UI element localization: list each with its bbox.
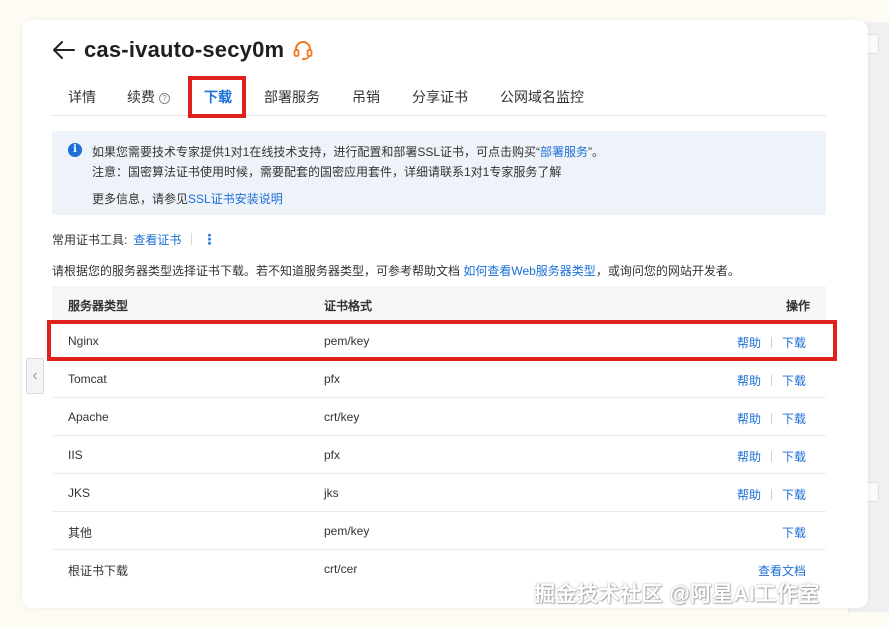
download-hint: 请根据您的服务器类型选择证书下载。若不知道服务器类型，可参考帮助文档 如何查看W… — [52, 262, 740, 279]
download-link[interactable]: 下载 — [782, 410, 806, 427]
view-docs-link[interactable]: 查看文档 — [758, 562, 806, 579]
page-header: cas-ivauto-secy0m — [52, 32, 314, 68]
row-actions: 帮助 下载 — [737, 410, 806, 427]
watermark: 掘金技术社区 @阿星AI工作室 — [534, 583, 820, 606]
server-type-cell: Apache — [68, 410, 109, 424]
server-type-cell: IIS — [68, 448, 83, 462]
column-header-actions: 操作 — [785, 299, 810, 313]
ssl-install-guide-link[interactable]: SSL证书安装说明 — [188, 192, 283, 206]
server-type-cell: JKS — [68, 486, 91, 500]
info-icon: i — [68, 143, 82, 157]
tab-label: 公网域名监控 — [500, 89, 584, 105]
cert-format-cell: crt/cer — [324, 562, 358, 576]
divider — [770, 489, 772, 500]
notice-text: ”。 — [588, 145, 605, 159]
download-link[interactable]: 下载 — [782, 448, 806, 465]
tab-bar: 详情 续费? 下载 部署服务 吊销 分享证书 公网域名监控 — [52, 76, 826, 117]
cert-format-cell: pfx — [324, 372, 341, 386]
cert-tools-bar: 常用证书工具: 查看证书 ⋮ — [52, 230, 216, 248]
cert-format-cell: pem/key — [324, 524, 370, 538]
tab-label: 部署服务 — [264, 89, 320, 105]
row-actions: 帮助 下载 — [737, 372, 806, 389]
tools-label: 常用证书工具: — [52, 232, 128, 247]
row-actions: 下载 — [782, 524, 806, 541]
notice-text: 如果您需要技术专家提供1对1在线技术支持，进行配置和部署SSL证书，可点击购买“ — [92, 145, 541, 159]
table-row: JKS jks 帮助 下载 — [52, 474, 826, 512]
row-actions: 帮助 下载 — [737, 486, 806, 503]
notice-line: 更多信息，请参见SSL证书安装说明 — [92, 190, 283, 207]
tab-domain-monitoring[interactable]: 公网域名监控 — [500, 76, 584, 116]
tab-label: 分享证书 — [412, 89, 468, 105]
row-actions: 帮助 下载 — [737, 448, 806, 465]
info-notice: i 如果您需要技术专家提供1对1在线技术支持，进行配置和部署SSL证书，可点击购… — [52, 131, 826, 215]
divider — [191, 233, 193, 245]
chevron-left-icon: ‹ — [32, 367, 38, 384]
server-type-cell: 其他 — [68, 526, 93, 540]
server-type-cell: 根证书下载 — [68, 564, 129, 578]
highlight-annotation-tab — [188, 76, 246, 118]
tab-revoke[interactable]: 吊销 — [352, 76, 380, 116]
table-header: 服务器类型 证书格式 操作 — [52, 286, 826, 322]
download-link[interactable]: 下载 — [782, 486, 806, 503]
arrow-left-icon[interactable] — [52, 40, 76, 60]
view-certificate-link[interactable]: 查看证书 — [133, 231, 181, 248]
table-row: Apache crt/key 帮助 下载 — [52, 398, 826, 436]
tab-label: 续费 — [127, 89, 155, 105]
help-link[interactable]: 帮助 — [737, 372, 761, 389]
table-row: IIS pfx 帮助 下载 — [52, 436, 826, 474]
tab-deploy-service[interactable]: 部署服务 — [264, 76, 320, 116]
notice-line: 注意：国密算法证书使用时候，需要配套的国密应用套件，详细请联系1对1专家服务了解 — [92, 163, 561, 180]
notice-line: 如果您需要技术专家提供1对1在线技术支持，进行配置和部署SSL证书，可点击购买“… — [92, 143, 604, 160]
tab-label: 详情 — [68, 89, 96, 105]
hint-text: 请根据您的服务器类型选择证书下载。若不知道服务器类型，可参考帮助文档 — [52, 264, 464, 278]
help-icon[interactable]: ? — [159, 93, 170, 104]
cert-format-cell: crt/key — [324, 410, 360, 424]
divider — [770, 413, 772, 424]
hint-text: ，或询问您的网站开发者。 — [595, 264, 740, 278]
more-vertical-icon[interactable]: ⋮ — [202, 232, 216, 246]
deploy-service-link[interactable]: 部署服务 — [540, 145, 588, 159]
notice-text: 注意：国密算法证书使用时候，需要配套的国密应用套件，详细请联系1对1专家服务了解 — [92, 165, 562, 179]
notice-text: 更多信息，请参见 — [92, 192, 189, 206]
download-link[interactable]: 下载 — [782, 372, 806, 389]
headset-icon[interactable] — [292, 39, 314, 61]
highlight-annotation-row — [47, 320, 837, 361]
cert-format-cell: jks — [324, 486, 339, 500]
table-row: 其他 pem/key 下载 — [52, 512, 826, 550]
divider — [770, 451, 772, 462]
tab-share-certificate[interactable]: 分享证书 — [412, 76, 468, 116]
download-link[interactable]: 下载 — [782, 524, 806, 541]
help-link[interactable]: 帮助 — [737, 486, 761, 503]
collapse-handle[interactable]: ‹ — [26, 358, 44, 394]
row-actions: 查看文档 — [758, 562, 806, 579]
web-server-type-help-link[interactable]: 如何查看Web服务器类型 — [463, 264, 595, 278]
help-link[interactable]: 帮助 — [737, 410, 761, 427]
tab-details[interactable]: 详情 — [68, 76, 96, 116]
cert-format-cell: pfx — [324, 448, 341, 462]
page-title: cas-ivauto-secy0m — [84, 37, 285, 62]
table-row: Tomcat pfx 帮助 下载 — [52, 360, 826, 398]
divider — [770, 375, 772, 386]
column-header-server-type: 服务器类型 — [68, 299, 129, 313]
tab-label: 吊销 — [352, 89, 380, 105]
server-type-cell: Tomcat — [68, 372, 107, 386]
tab-renew[interactable]: 续费? — [127, 76, 170, 116]
column-header-cert-format: 证书格式 — [324, 299, 373, 313]
help-link[interactable]: 帮助 — [737, 448, 761, 465]
